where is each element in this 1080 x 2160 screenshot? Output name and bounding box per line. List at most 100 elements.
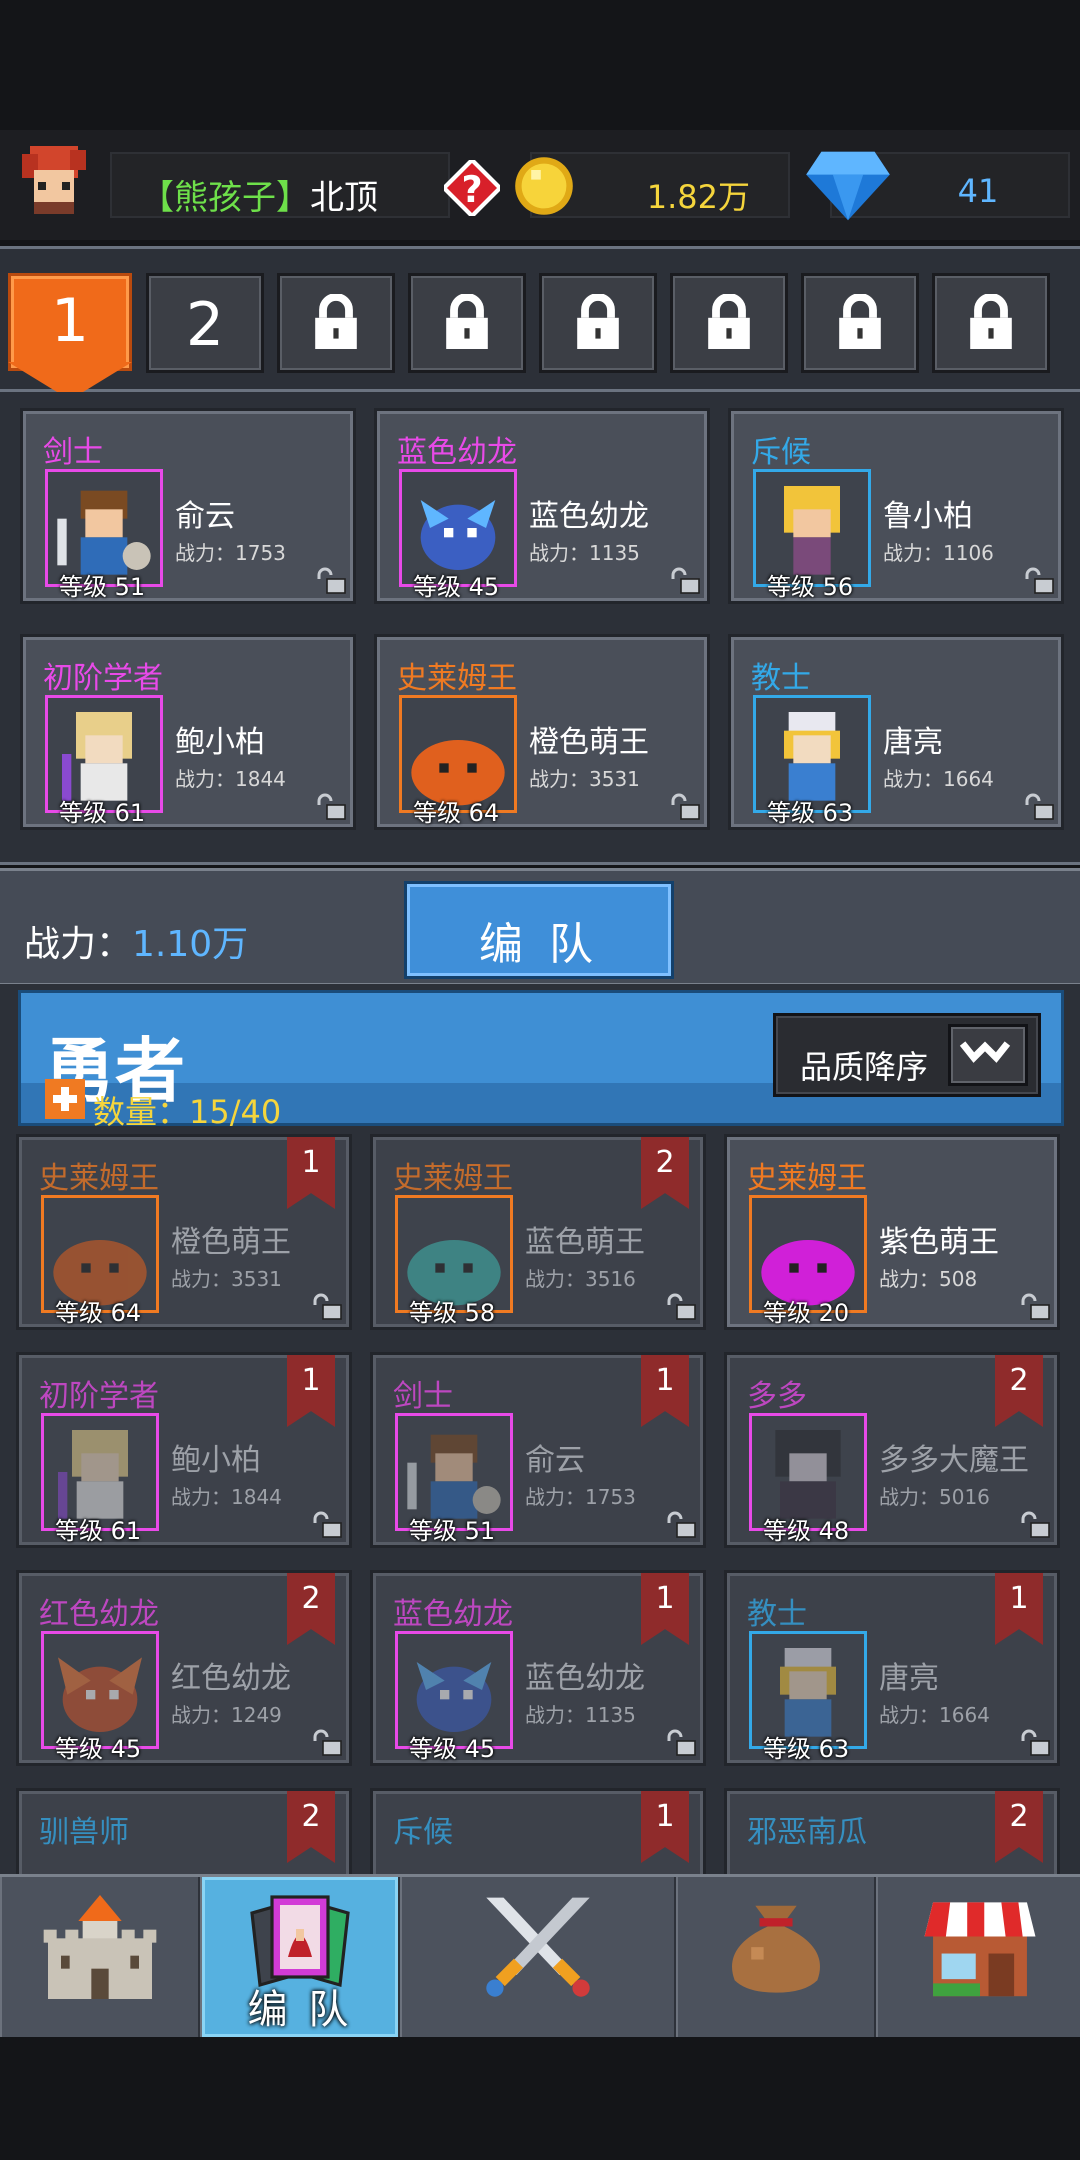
- lock-toggle-icon[interactable]: [311, 1293, 343, 1321]
- hero-level: 等级 51: [59, 573, 146, 601]
- hero-name: 鲍小柏: [175, 725, 265, 760]
- hero-card[interactable]: 史莱姆王 等级 64 橙色萌王 战力：3531: [374, 634, 710, 830]
- hero-power: 战力：3531: [171, 1267, 282, 1291]
- hero-power: 战力：1753: [525, 1485, 636, 1509]
- hero-card[interactable]: 红色幼龙 等级 45 红色幼龙 战力：1249 2: [16, 1570, 352, 1766]
- lock-toggle-icon[interactable]: [665, 1293, 697, 1321]
- nav-battle[interactable]: [400, 1877, 677, 2037]
- hero-name: 蓝色幼龙: [529, 499, 649, 534]
- team-slot-ribbon: 1: [641, 1573, 689, 1645]
- hero-card[interactable]: 初阶学者 等级 61 鲍小柏 战力：1844 1: [16, 1352, 352, 1548]
- hero-card[interactable]: 蓝色幼龙 等级 45 蓝色幼龙 战力：1135: [374, 408, 710, 604]
- hero-level: 等级 45: [55, 1735, 142, 1763]
- hero-class: 史莱姆王: [393, 1161, 513, 1196]
- lock-icon: [315, 294, 357, 349]
- hero-level: 等级 63: [763, 1735, 850, 1763]
- nav-bag[interactable]: [676, 1877, 877, 2037]
- team-tab-2[interactable]: 2: [146, 273, 264, 373]
- formation-button[interactable]: 编 队: [404, 881, 674, 979]
- diamond-icon: [806, 151, 890, 221]
- hero-class: 蓝色幼龙: [393, 1597, 513, 1632]
- hero-card[interactable]: 史莱姆王 等级 20 紫色萌王 战力：508: [724, 1134, 1060, 1330]
- lock-toggle-icon[interactable]: [1019, 1729, 1051, 1757]
- hero-power: 战力：508: [879, 1267, 978, 1291]
- lock-toggle-icon[interactable]: [669, 793, 701, 821]
- hero-card[interactable]: 斥候 等级 56 鲁小柏 战力：1106: [728, 408, 1064, 604]
- hero-class: 史莱姆王: [397, 661, 517, 696]
- lock-icon: [577, 294, 619, 349]
- team-slot-ribbon: 2: [287, 1791, 335, 1863]
- nav-castle[interactable]: [0, 1877, 201, 2037]
- team-slot-ribbon: 1: [287, 1355, 335, 1427]
- hero-card[interactable]: 史莱姆王 等级 58 蓝色萌王 战力：3516 2: [370, 1134, 706, 1330]
- lock-toggle-icon[interactable]: [1019, 1511, 1051, 1539]
- hero-level: 等级 61: [55, 1517, 142, 1545]
- team-tab-locked[interactable]: [408, 273, 526, 373]
- hero-card[interactable]: 驯兽师 2: [16, 1788, 352, 1876]
- lock-toggle-icon[interactable]: [1019, 1293, 1051, 1321]
- hero-name: 鲁小柏: [883, 499, 973, 534]
- lock-toggle-icon[interactable]: [315, 567, 347, 595]
- lock-toggle-icon[interactable]: [665, 1511, 697, 1539]
- hero-card[interactable]: 初阶学者 等级 61 鲍小柏 战力：1844: [20, 634, 356, 830]
- chevron-down-icon: [959, 1041, 1011, 1063]
- hero-class: 教士: [747, 1597, 807, 1632]
- hero-class: 斥候: [751, 435, 811, 470]
- hero-class: 初阶学者: [43, 661, 163, 696]
- hero-card[interactable]: 斥候 1: [370, 1788, 706, 1876]
- hero-card[interactable]: 蓝色幼龙 等级 45 蓝色幼龙 战力：1135 1: [370, 1570, 706, 1766]
- hero-class: 史莱姆王: [747, 1161, 867, 1196]
- lock-toggle-icon[interactable]: [665, 1729, 697, 1757]
- team-tab-locked[interactable]: [277, 273, 395, 373]
- nav-formation[interactable]: 编 队: [200, 1877, 401, 2037]
- lock-toggle-icon[interactable]: [1023, 567, 1055, 595]
- player-avatar-icon[interactable]: [14, 138, 94, 218]
- team-tab-locked[interactable]: [539, 273, 657, 373]
- hero-card[interactable]: 多多 等级 48 多多大魔王 战力：5016 2: [724, 1352, 1060, 1548]
- hero-card[interactable]: 教士 等级 63 唐亮 战力：1664 1: [724, 1570, 1060, 1766]
- hero-level: 等级 64: [413, 799, 500, 827]
- help-icon[interactable]: ?: [444, 160, 500, 216]
- nav-shop[interactable]: [876, 1877, 1080, 2037]
- loot-bag-icon: [732, 1905, 820, 1993]
- lock-toggle-icon[interactable]: [1023, 793, 1055, 821]
- hero-power: 战力：3531: [529, 767, 640, 791]
- hero-power: 战力：1135: [525, 1703, 636, 1727]
- sort-dropdown[interactable]: 品质降序: [773, 1013, 1041, 1097]
- hero-card[interactable]: 史莱姆王 等级 64 橙色萌王 战力：3531 1: [16, 1134, 352, 1330]
- hero-level: 等级 61: [59, 799, 146, 827]
- hero-card[interactable]: 邪恶南瓜 2: [724, 1788, 1060, 1876]
- hero-name: 红色幼龙: [171, 1661, 291, 1696]
- sort-toggle[interactable]: [948, 1024, 1028, 1086]
- team-tabs: 1 2: [0, 246, 1080, 392]
- hero-card[interactable]: 剑士 等级 51 俞云 战力：1753 1: [370, 1352, 706, 1548]
- nav-formation-label: 编 队: [247, 1987, 353, 2033]
- team-slot-ribbon: 1: [995, 1573, 1043, 1645]
- team-tab-1[interactable]: 1: [8, 273, 132, 371]
- lock-icon: [708, 294, 750, 349]
- hero-power: 战力：1753: [175, 541, 286, 565]
- bottom-nav: 编 队: [0, 1874, 1080, 2037]
- hero-list: 勇者 数量：15/40 品质降序 史莱姆王 等级 64 橙色萌王 战力：3531 1 史莱…: [0, 984, 1080, 1876]
- lock-toggle-icon[interactable]: [311, 1511, 343, 1539]
- hero-class: 教士: [751, 661, 811, 696]
- hero-level: 等级 58: [409, 1299, 496, 1327]
- castle-icon: [43, 1895, 157, 1999]
- team-panel: 剑士 等级 51 俞云 战力：1753 蓝色幼龙 等级 45 蓝色幼龙 战力：1135 斥候 等级…: [0, 392, 1080, 865]
- lock-toggle-icon[interactable]: [315, 793, 347, 821]
- team-slot-ribbon: 2: [641, 1137, 689, 1209]
- team-tab-locked[interactable]: [670, 273, 788, 373]
- hero-card[interactable]: 剑士 等级 51 俞云 战力：1753: [20, 408, 356, 604]
- hero-card[interactable]: 教士 等级 63 唐亮 战力：1664: [728, 634, 1064, 830]
- team-tab-locked[interactable]: [801, 273, 919, 373]
- team-slot-ribbon: 1: [287, 1137, 335, 1209]
- team-slot-ribbon: 1: [641, 1791, 689, 1863]
- hero-level: 等级 20: [763, 1299, 850, 1327]
- expand-slots-plus-icon[interactable]: [45, 1079, 85, 1119]
- lock-icon: [970, 294, 1012, 349]
- top-status-bar: 【熊孩子】北顶 ? 1.82万 41: [0, 130, 1080, 240]
- team-tab-locked[interactable]: [932, 273, 1050, 373]
- hero-class: 红色幼龙: [39, 1597, 159, 1632]
- lock-toggle-icon[interactable]: [311, 1729, 343, 1757]
- lock-toggle-icon[interactable]: [669, 567, 701, 595]
